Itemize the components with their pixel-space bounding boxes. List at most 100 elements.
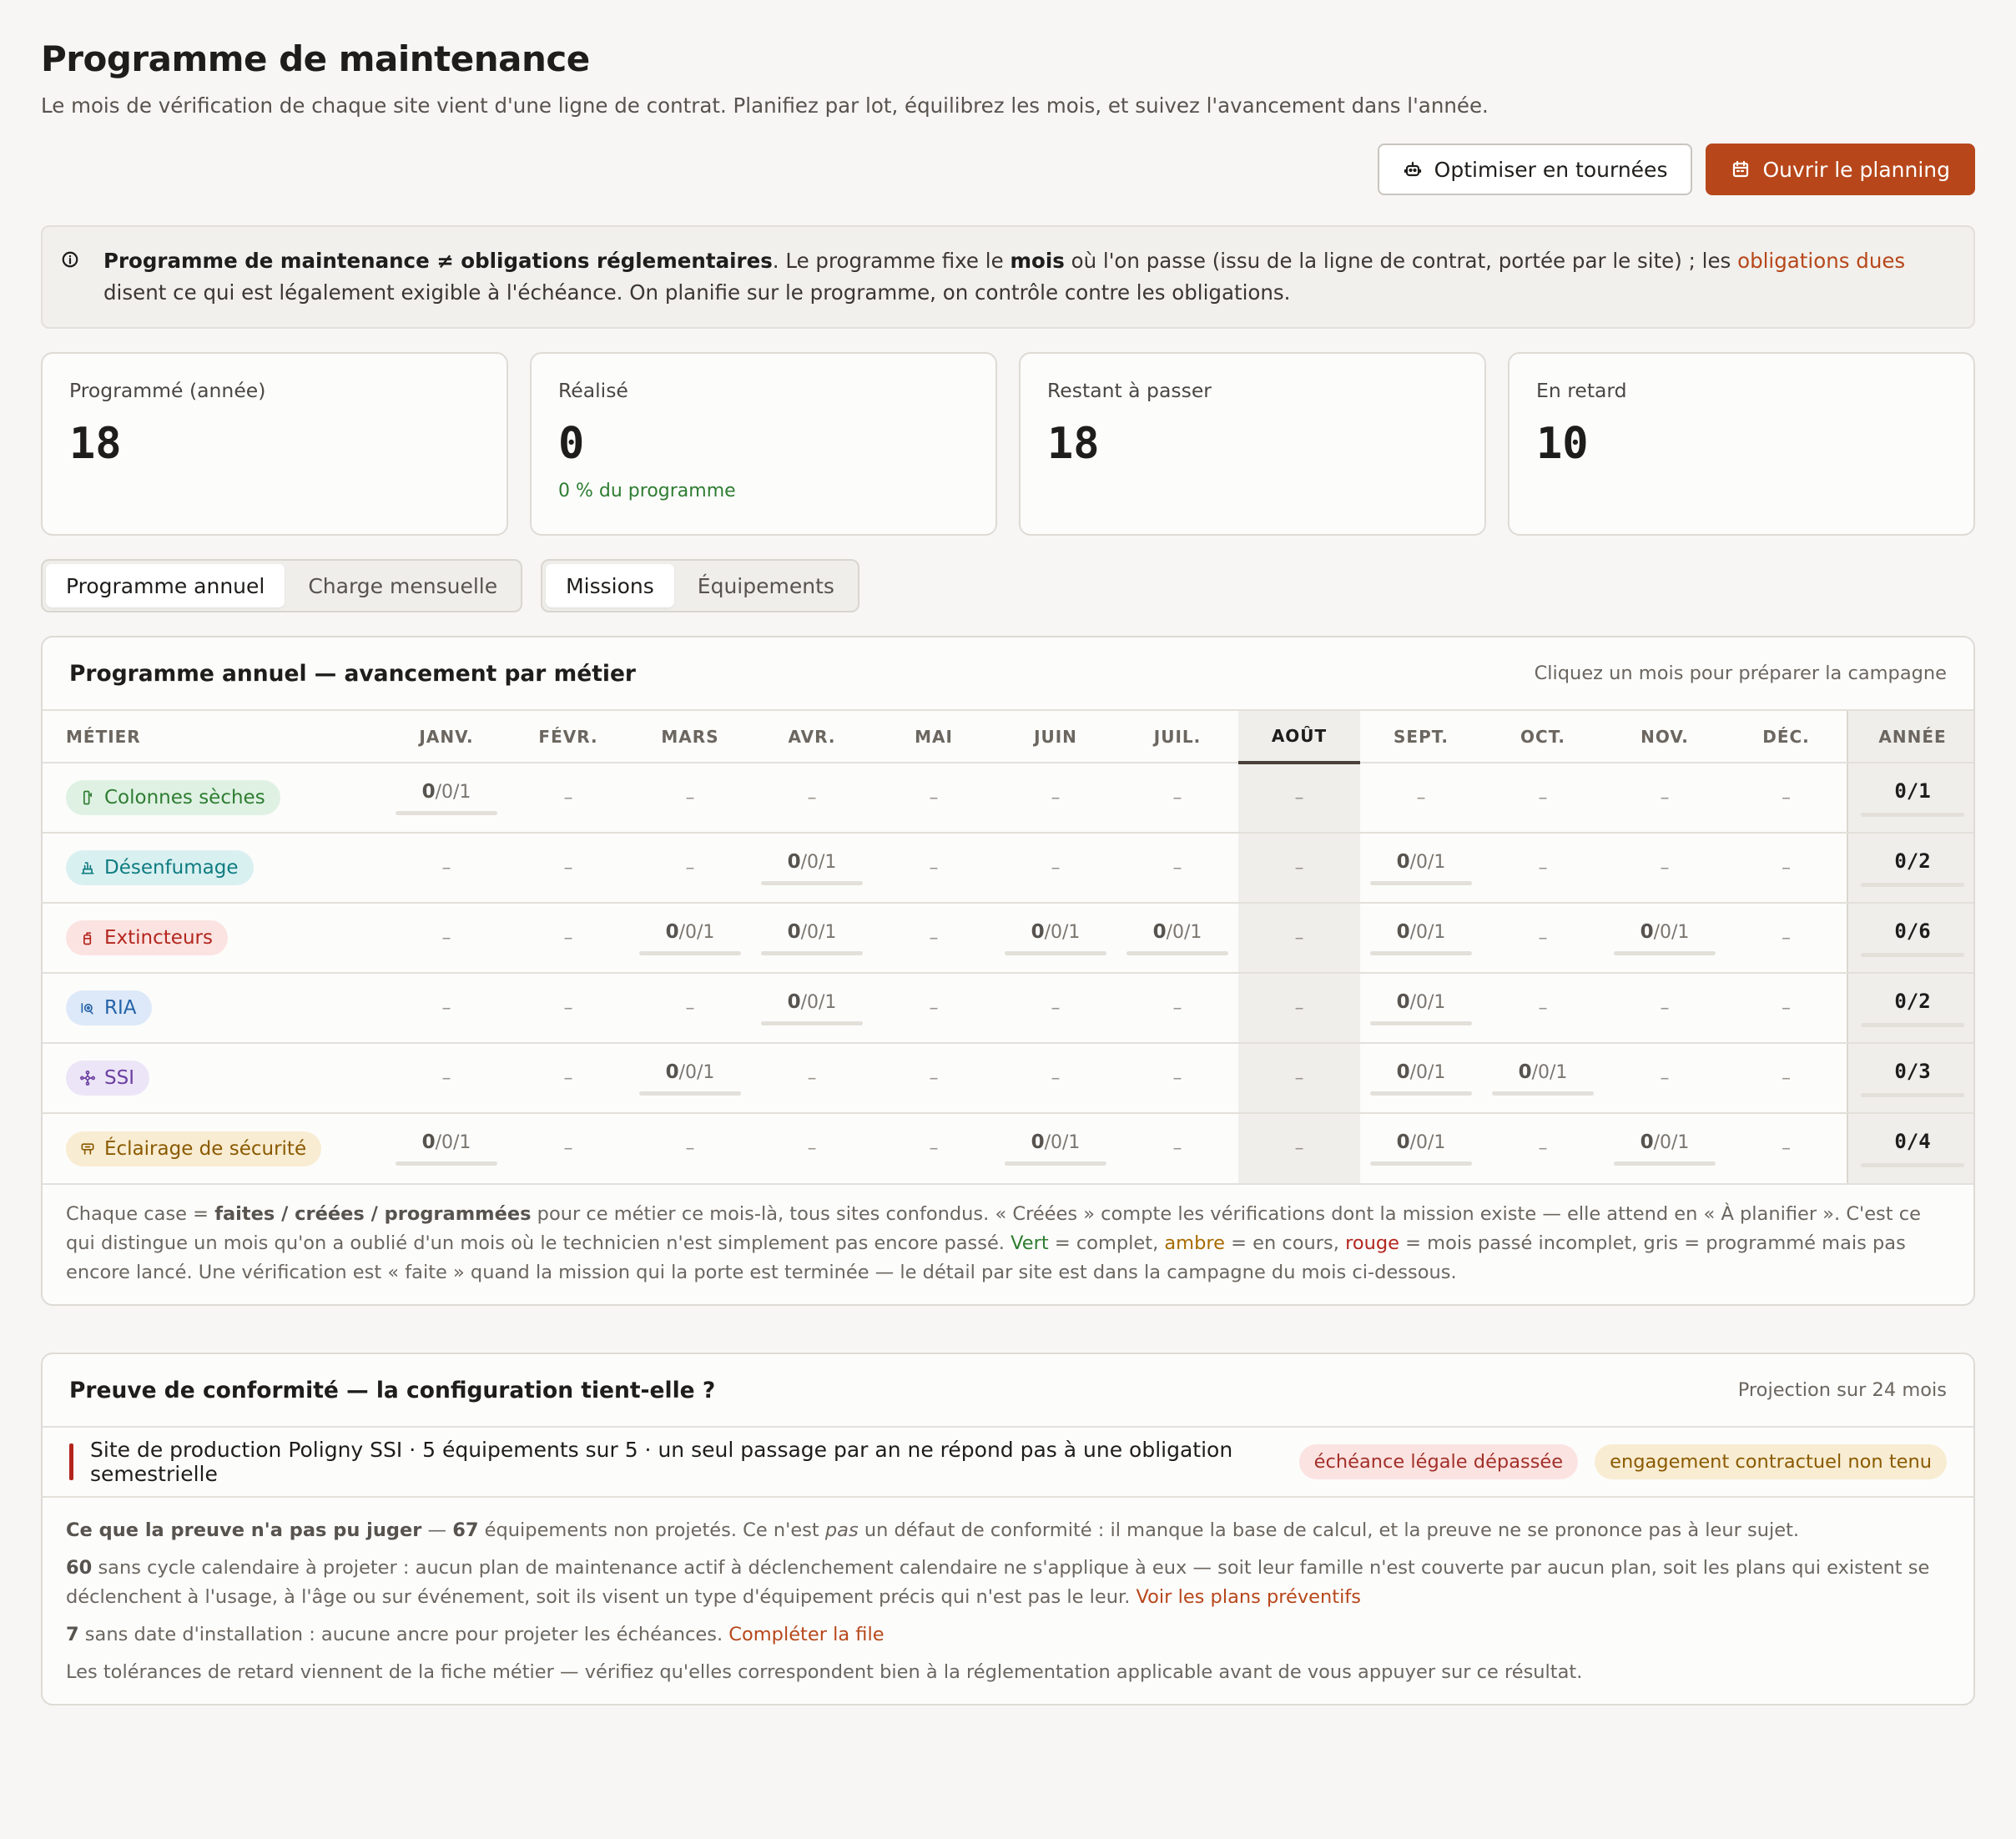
month-cell[interactable]: – [1116,763,1238,834]
month-cell[interactable]: – [1116,1113,1238,1183]
month-cell[interactable]: – [1360,763,1482,834]
month-cell[interactable]: – [1604,1043,1726,1114]
month-cell[interactable]: – [873,833,995,904]
month-cell[interactable]: – [1238,763,1360,834]
month-cell[interactable]: – [751,763,873,834]
month-cell[interactable]: – [507,1113,629,1183]
month-cell[interactable]: – [1482,763,1604,834]
month-cell[interactable]: – [1726,833,1847,904]
month-cell[interactable]: – [507,903,629,974]
month-cell[interactable]: – [873,973,995,1044]
column-header-month[interactable]: OCT. [1482,711,1604,763]
column-header-month[interactable]: AOÛT [1238,711,1360,764]
month-cell[interactable]: – [1482,833,1604,904]
month-cell[interactable]: – [386,833,507,904]
column-header-month[interactable]: SEPT. [1360,711,1482,763]
month-cell[interactable]: 0/0/1 [995,1113,1116,1183]
month-cell[interactable]: – [751,1043,873,1114]
preventive-plans-link[interactable]: Voir les plans préventifs [1137,1586,1362,1608]
month-cell[interactable]: – [1238,903,1360,974]
month-cell[interactable]: 0/0/1 [1360,1113,1482,1183]
month-cell[interactable]: – [1726,973,1847,1044]
month-cell[interactable]: – [1238,973,1360,1044]
month-cell[interactable]: – [873,1113,995,1183]
month-cell[interactable]: – [873,903,995,974]
month-cell[interactable]: 0/0/1 [751,903,873,974]
month-cell[interactable]: – [1482,973,1604,1044]
column-header-month[interactable]: DÉC. [1726,711,1847,763]
month-cell[interactable]: 0/0/1 [1604,903,1726,974]
month-cell[interactable]: 0/0/1 [751,973,873,1044]
month-cell[interactable]: 0/0/1 [629,903,751,974]
month-cell[interactable]: – [507,833,629,904]
month-cell[interactable]: 0/0/1 [1604,1113,1726,1183]
column-header-month[interactable]: FÉVR. [507,711,629,763]
month-cell[interactable]: – [995,763,1116,834]
month-cell[interactable]: 0/0/1 [995,903,1116,974]
month-cell[interactable]: 0/0/1 [1360,903,1482,974]
metier-chip[interactable]: Colonnes sèches [66,780,280,815]
month-cell[interactable]: – [1482,903,1604,974]
month-cell[interactable]: – [629,833,751,904]
month-cell[interactable]: – [1238,1113,1360,1183]
month-cell[interactable]: – [995,1043,1116,1114]
column-header-month[interactable]: JUIN [995,711,1116,763]
column-header-month[interactable]: MARS [629,711,751,763]
compliance-finding-row[interactable]: Site de production Poligny SSI · 5 équip… [43,1428,1973,1498]
month-cell[interactable]: – [751,1113,873,1183]
tab-programme-annuel[interactable]: Programme annuel [46,564,285,607]
month-cell[interactable]: – [507,763,629,834]
metier-chip[interactable]: RIA [66,990,152,1025]
column-header-month[interactable]: MAI [873,711,995,763]
complete-queue-link[interactable]: Compléter la file [728,1624,884,1645]
month-cell[interactable]: 0/0/1 [1482,1043,1604,1114]
metier-chip[interactable]: Désenfumage [66,850,254,885]
open-planning-button[interactable]: Ouvrir le planning [1706,144,1975,195]
month-cell[interactable]: – [1116,833,1238,904]
month-cell[interactable]: – [1726,763,1847,834]
month-cell[interactable]: – [1604,973,1726,1044]
month-cell[interactable]: – [386,903,507,974]
month-cell[interactable]: – [386,973,507,1044]
month-cell[interactable]: 0/0/1 [1360,973,1482,1044]
month-cell[interactable]: 0/0/1 [751,833,873,904]
optimize-rounds-button[interactable]: Optimiser en tournées [1377,144,1693,195]
month-cell[interactable]: – [873,1043,995,1114]
month-cell[interactable]: – [1726,1113,1847,1183]
month-cell[interactable]: – [507,1043,629,1114]
month-cell[interactable]: – [1604,763,1726,834]
month-cell[interactable]: – [1604,833,1726,904]
metier-chip[interactable]: Éclairage de sécurité [66,1131,322,1166]
month-cell[interactable]: – [386,1043,507,1114]
column-header-month[interactable]: AVR. [751,711,873,763]
metier-chip[interactable]: Extincteurs [66,920,228,955]
month-cell[interactable]: – [1116,973,1238,1044]
month-cell[interactable]: – [1726,903,1847,974]
column-header-month[interactable]: JUIL. [1116,711,1238,763]
month-cell[interactable]: 0/0/1 [386,1113,507,1183]
month-cell[interactable]: – [1116,1043,1238,1114]
month-cell[interactable]: – [873,763,995,834]
month-cell[interactable]: – [629,1113,751,1183]
month-cell[interactable]: – [995,833,1116,904]
month-cell[interactable]: – [1482,1113,1604,1183]
obligations-link[interactable]: obligations dues [1737,249,1905,273]
month-cell[interactable]: 0/0/1 [1360,1043,1482,1114]
month-cell[interactable]: – [1238,1043,1360,1114]
month-cell[interactable]: 0/0/1 [1116,903,1238,974]
month-cell[interactable]: – [1726,1043,1847,1114]
column-header-month[interactable]: NOV. [1604,711,1726,763]
tab-charge-mensuelle[interactable]: Charge mensuelle [288,564,517,607]
tab-equipements[interactable]: Équipements [678,564,854,607]
column-header-month[interactable]: JANV. [386,711,507,763]
month-cell[interactable]: – [1238,833,1360,904]
month-cell[interactable]: – [629,763,751,834]
tab-missions[interactable]: Missions [546,564,674,607]
month-cell[interactable]: 0/0/1 [386,763,507,834]
month-cell[interactable]: – [995,973,1116,1044]
month-cell[interactable]: – [629,973,751,1044]
month-cell[interactable]: – [507,973,629,1044]
month-cell[interactable]: 0/0/1 [629,1043,751,1114]
month-cell[interactable]: 0/0/1 [1360,833,1482,904]
metier-chip[interactable]: SSI [66,1061,149,1096]
